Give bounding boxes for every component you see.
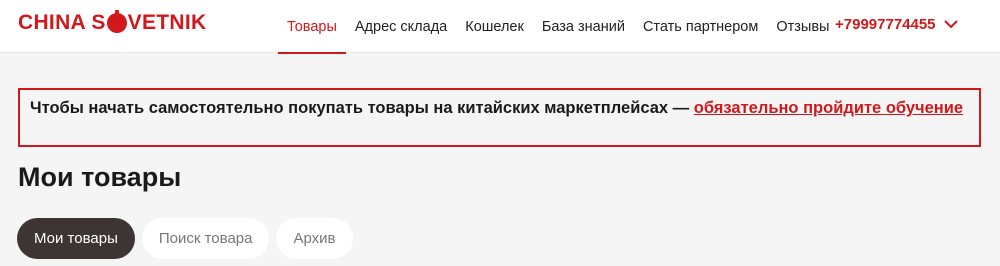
nav-item-goods[interactable]: Товары (278, 0, 346, 54)
phone-dropdown[interactable]: +79997774455 (835, 16, 958, 33)
training-notice: Чтобы начать самостоятельно покупать тов… (18, 88, 981, 147)
tab-archive[interactable]: Архив (276, 218, 353, 259)
phone-number: +79997774455 (835, 16, 936, 33)
tab-my-goods[interactable]: Мои товары (17, 218, 135, 259)
chevron-down-icon (943, 20, 958, 29)
notice-text: Чтобы начать самостоятельно покупать тов… (30, 99, 694, 117)
site-header: CHINA S VETNIK Товары Адрес склада Кошел… (0, 0, 1000, 54)
logo-text-left: CHINA S (18, 11, 106, 34)
goods-tabs: Мои товары Поиск товара Архив (17, 218, 360, 259)
nav-item-wallet[interactable]: Кошелек (456, 0, 533, 53)
nav-item-reviews[interactable]: Отзывы (767, 0, 838, 53)
logo-text-right: VETNIK (127, 11, 207, 34)
nav-item-knowledge-base[interactable]: База знаний (533, 0, 634, 53)
brand-logo[interactable]: CHINA S VETNIK (18, 10, 207, 35)
nav-item-warehouse-address[interactable]: Адрес склада (346, 0, 456, 53)
page-title: Мои товары (18, 162, 182, 192)
training-link[interactable]: обязательно пройдите обучение (694, 99, 963, 117)
main-nav: Товары Адрес склада Кошелек База знаний … (278, 0, 838, 54)
nav-item-become-partner[interactable]: Стать партнером (634, 0, 767, 53)
logo-apple-icon (106, 10, 127, 33)
tab-search-goods[interactable]: Поиск товара (141, 218, 270, 259)
